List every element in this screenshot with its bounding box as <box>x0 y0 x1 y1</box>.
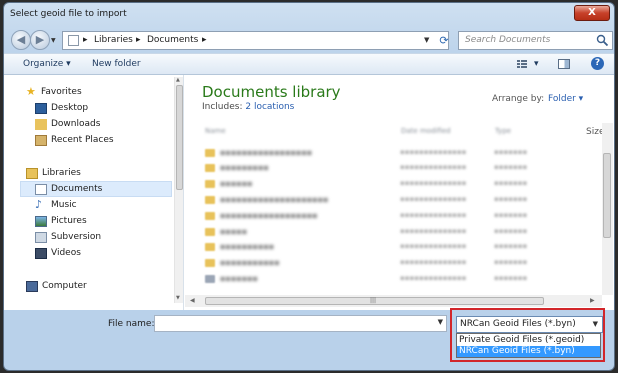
navigation-bar: ◀ ▶ ▼ ▸ Libraries ▸ Documents ▸ ▼ ⟳ Sear… <box>4 27 614 53</box>
address-bar[interactable]: ▸ Libraries ▸ Documents ▸ ▼ ⟳ <box>62 31 449 50</box>
address-dropdown-icon[interactable]: ▼ <box>424 36 429 44</box>
file-name-label: File name: <box>108 319 155 329</box>
preview-pane-icon[interactable] <box>557 57 571 71</box>
library-title: Documents library <box>202 83 341 101</box>
documents-icon <box>35 184 47 195</box>
file-type-option-geoid[interactable]: Private Geoid Files (*.geoid) <box>457 335 600 346</box>
new-folder-button[interactable]: New folder <box>92 59 141 69</box>
star-icon: ★ <box>26 85 36 98</box>
breadcrumb-libraries[interactable]: Libraries <box>94 35 133 45</box>
sidebar-item-downloads[interactable]: Downloads <box>4 117 172 133</box>
refresh-button[interactable]: ⟳ <box>437 34 451 48</box>
file-name-input[interactable]: ▼ <box>154 315 447 332</box>
sidebar-item-videos[interactable]: Videos <box>4 246 172 262</box>
sidebar-item-music[interactable]: ♪ Music <box>4 198 172 214</box>
forward-button[interactable]: ▶ <box>30 30 50 50</box>
desktop-icon <box>35 103 47 114</box>
file-row[interactable]: ▪▪▪▪▪▪▪▪▪▪▪▪▪▪▪▪▪▪▪▪ ▪▪▪▪▪▪▪▪▪▪▪▪▪▪ ▪▪▪▪▪▪… <box>202 195 592 207</box>
folder-icon <box>205 180 215 188</box>
sidebar-item-documents[interactable]: Documents <box>20 181 172 197</box>
arrange-by-label: Arrange by: <box>492 94 545 104</box>
file-list-pane: Documents library Includes: 2 locations … <box>185 75 614 310</box>
back-button[interactable]: ◀ <box>11 30 31 50</box>
locations-link[interactable]: 2 locations <box>245 102 294 112</box>
folder-icon <box>205 228 215 236</box>
file-list-horizontal-scrollbar[interactable]: ◀ ||| ▶ <box>185 295 602 307</box>
file-type-options-list: Private Geoid Files (*.geoid) NRCan Geoi… <box>456 333 601 358</box>
scroll-thumb[interactable] <box>176 85 183 190</box>
file-row[interactable]: ▪▪▪▪▪▪▪▪▪▪▪▪▪▪▪▪▪▪ ▪▪▪▪▪▪▪▪▪▪▪▪▪▪ ▪▪▪▪▪▪▪ <box>202 211 592 223</box>
folder-icon <box>205 164 215 172</box>
title-bar: Select geoid file to import X <box>4 3 614 27</box>
arrange-by-dropdown[interactable]: Folder ▾ <box>548 94 583 104</box>
sidebar-item-desktop[interactable]: Desktop <box>4 101 172 117</box>
pictures-icon <box>35 216 47 227</box>
vertical-scroll-thumb[interactable] <box>603 153 611 238</box>
help-icon[interactable]: ? <box>591 57 604 70</box>
music-icon: ♪ <box>35 198 43 211</box>
navigation-pane: ★ Favorites Desktop Downloads Recent Pla… <box>4 75 184 310</box>
file-row[interactable]: ▪▪▪▪▪▪▪▪▪ ▪▪▪▪▪▪▪▪▪▪▪▪▪▪ ▪▪▪▪▪▪▪ <box>202 163 592 175</box>
libraries-icon <box>26 168 38 179</box>
file-type-option-byn[interactable]: NRCan Geoid Files (*.byn) <box>457 346 600 357</box>
sidebar-header-libraries[interactable]: Libraries <box>4 166 172 182</box>
close-button[interactable]: X <box>574 5 610 21</box>
window-title: Select geoid file to import <box>10 9 127 19</box>
view-dropdown-button[interactable]: ▾ <box>534 59 539 69</box>
file-row[interactable]: ▪▪▪▪▪▪▪ ▪▪▪▪▪▪▪▪▪▪▪▪▪▪ ▪▪▪▪▪▪▪ <box>202 274 592 286</box>
file-row[interactable]: ▪▪▪▪▪▪▪▪▪▪ ▪▪▪▪▪▪▪▪▪▪▪▪▪▪ ▪▪▪▪▪▪▪ <box>202 242 592 254</box>
file-row[interactable]: ▪▪▪▪▪▪ ▪▪▪▪▪▪▪▪▪▪▪▪▪▪ ▪▪▪▪▪▪▪ <box>202 179 592 191</box>
videos-icon <box>35 248 47 259</box>
folder-icon <box>205 212 215 220</box>
folder-icon <box>205 149 215 157</box>
file-type-selected-value: NRCan Geoid Files (*.byn) <box>460 319 576 329</box>
file-row[interactable]: ▪▪▪▪▪▪▪▪▪▪▪ ▪▪▪▪▪▪▪▪▪▪▪▪▪▪ ▪▪▪▪▪▪▪ <box>202 258 592 270</box>
sidebar-item-pictures[interactable]: Pictures <box>4 214 172 230</box>
breadcrumb-documents[interactable]: Documents <box>147 35 198 45</box>
computer-icon <box>26 281 38 292</box>
file-icon <box>205 275 215 283</box>
sidebar-item-recent-places[interactable]: Recent Places <box>4 133 172 149</box>
file-dialog-window: Select geoid file to import X ◀ ▶ ▼ ▸ Li… <box>3 2 615 371</box>
file-list-vertical-scrollbar[interactable] <box>602 123 613 295</box>
scroll-down-arrow-icon[interactable]: ▼ <box>176 295 180 301</box>
column-header-type[interactable]: Type <box>495 127 511 135</box>
breadcrumb-separator[interactable]: ▸ <box>83 35 88 45</box>
folder-icon <box>205 259 215 267</box>
organize-button[interactable]: Organize ▾ <box>23 59 71 69</box>
downloads-icon <box>35 119 47 130</box>
scroll-grip-icon: ||| <box>370 297 377 304</box>
command-toolbar: Organize ▾ New folder ▾ ? <box>4 53 614 75</box>
column-header-name[interactable]: Name <box>205 127 226 135</box>
search-placeholder: Search Documents <box>465 35 551 45</box>
scroll-left-arrow-icon[interactable]: ◀ <box>190 297 195 304</box>
search-icon[interactable] <box>596 34 609 47</box>
recent-places-icon <box>35 135 47 146</box>
folder-icon <box>205 243 215 251</box>
content-area: ★ Favorites Desktop Downloads Recent Pla… <box>4 75 614 310</box>
file-row[interactable]: ▪▪▪▪▪ ▪▪▪▪▪▪▪▪▪▪▪▪▪▪ ▪▪▪▪▪▪▪ <box>202 227 592 239</box>
search-input[interactable]: Search Documents <box>458 31 613 50</box>
view-options-icon[interactable] <box>515 57 529 71</box>
column-header-date[interactable]: Date modified <box>401 127 451 135</box>
file-type-dropdown-icon[interactable]: ▼ <box>593 320 598 328</box>
scroll-right-arrow-icon[interactable]: ▶ <box>590 297 595 304</box>
breadcrumb-separator[interactable]: ▸ <box>136 35 141 45</box>
subversion-icon <box>35 232 47 243</box>
scroll-up-arrow-icon[interactable]: ▲ <box>176 77 180 83</box>
file-type-select[interactable]: NRCan Geoid Files (*.byn) ▼ <box>456 316 603 333</box>
file-row[interactable]: ▪▪▪▪▪▪▪▪▪▪▪▪▪▪▪▪▪ ▪▪▪▪▪▪▪▪▪▪▪▪▪▪ ▪▪▪▪▪▪▪ <box>202 148 592 160</box>
breadcrumb-separator[interactable]: ▸ <box>202 35 207 45</box>
sidebar-header-favorites[interactable]: ★ Favorites <box>4 85 172 101</box>
sidebar-item-computer[interactable]: Computer <box>4 279 172 295</box>
folder-icon <box>205 196 215 204</box>
sidebar-item-subversion[interactable]: Subversion <box>4 230 172 246</box>
file-name-dropdown-icon[interactable]: ▼ <box>438 318 443 326</box>
recent-pages-dropdown-icon[interactable]: ▼ <box>51 37 56 44</box>
library-includes: Includes: 2 locations <box>202 102 295 112</box>
navigation-scrollbar[interactable]: ▲ ▼ <box>174 77 183 303</box>
library-icon <box>68 35 79 46</box>
